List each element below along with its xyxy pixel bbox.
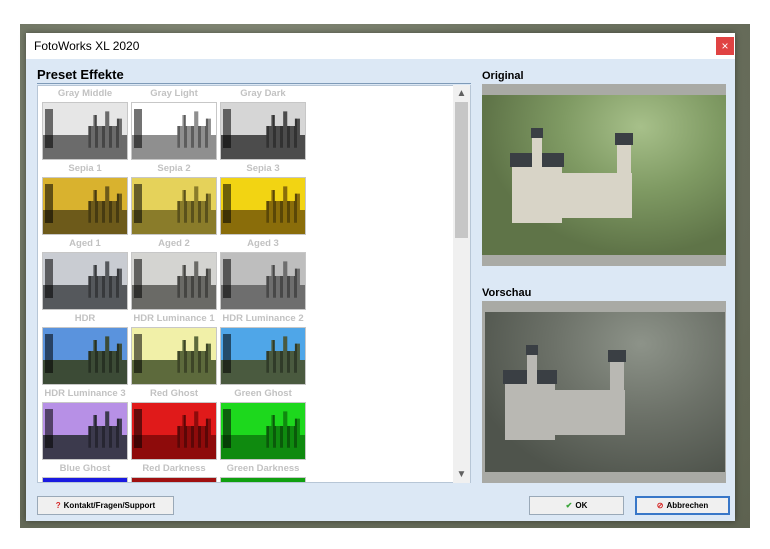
ok-button[interactable]: ✔ OK bbox=[529, 496, 624, 515]
preset-label: Aged 2 bbox=[158, 238, 190, 249]
cancel-button-label: Abbrechen bbox=[666, 501, 709, 510]
window-title: FotoWorks XL 2020 bbox=[34, 39, 140, 53]
preset-tile[interactable]: HDR Luminance 3 bbox=[42, 387, 128, 460]
preset-label: Green Ghost bbox=[234, 388, 292, 399]
preset-thumbnail bbox=[42, 177, 128, 235]
preset-label: Gray Light bbox=[150, 88, 198, 99]
preset-tile[interactable]: HDR Luminance 1 bbox=[131, 312, 217, 385]
preset-thumbnail bbox=[42, 102, 128, 160]
preset-tile[interactable]: Blue Ghost bbox=[42, 462, 128, 482]
preset-thumbnail bbox=[131, 252, 217, 310]
preset-label: Sepia 3 bbox=[246, 163, 280, 174]
preset-thumbnail bbox=[131, 327, 217, 385]
preset-tile[interactable]: Gray Light bbox=[131, 87, 217, 160]
preset-thumbnail bbox=[220, 327, 306, 385]
ok-button-label: OK bbox=[575, 501, 588, 510]
checkmark-icon: ✔ bbox=[565, 501, 573, 510]
preset-label: Gray Dark bbox=[240, 88, 286, 99]
original-title: Original bbox=[482, 70, 524, 82]
divider bbox=[37, 83, 471, 84]
preset-thumbnail bbox=[42, 477, 128, 482]
scroll-down-icon[interactable]: ▼ bbox=[453, 466, 470, 483]
preset-label: Aged 3 bbox=[247, 238, 279, 249]
preset-tile[interactable]: Green Ghost bbox=[220, 387, 306, 460]
preset-tile[interactable]: Aged 3 bbox=[220, 237, 306, 310]
preset-tile[interactable]: HDR Luminance 2 bbox=[220, 312, 306, 385]
title-bar: FotoWorks XL 2020 × bbox=[26, 33, 735, 59]
preset-effects-title: Preset Effekte bbox=[37, 67, 124, 82]
preset-tile[interactable]: Aged 2 bbox=[131, 237, 217, 310]
original-image bbox=[482, 84, 726, 266]
preset-label: Green Darkness bbox=[226, 463, 300, 474]
castle-picture-preview bbox=[495, 340, 665, 450]
preset-thumbnail bbox=[131, 177, 217, 235]
cancel-icon: ⊘ bbox=[656, 501, 664, 510]
preset-label: HDR bbox=[74, 313, 96, 324]
preset-label: Aged 1 bbox=[69, 238, 101, 249]
preset-thumbnail bbox=[131, 102, 217, 160]
preset-label: Sepia 1 bbox=[68, 163, 102, 174]
support-button-label: Kontakt/Fragen/Support bbox=[63, 501, 156, 510]
preset-label: Gray Middle bbox=[57, 88, 113, 99]
preset-list[interactable]: Gray Middle Gray Light Gray Dark Sepia 1 Sep… bbox=[37, 85, 471, 483]
preset-label: Red Darkness bbox=[142, 463, 206, 474]
preset-tile[interactable]: Green Darkness bbox=[220, 462, 306, 482]
castle-picture bbox=[492, 123, 662, 233]
scroll-up-icon[interactable]: ▲ bbox=[453, 85, 470, 102]
effects-dialog: FotoWorks XL 2020 × Preset Effekte Gray … bbox=[26, 33, 735, 521]
help-icon: ? bbox=[55, 501, 61, 510]
preset-tile[interactable]: Red Ghost bbox=[131, 387, 217, 460]
preset-tile[interactable]: Sepia 1 bbox=[42, 162, 128, 235]
preset-tile[interactable]: Aged 1 bbox=[42, 237, 128, 310]
preset-thumbnail bbox=[220, 402, 306, 460]
preview-image bbox=[482, 301, 726, 483]
preset-tile[interactable]: Red Darkness bbox=[131, 462, 217, 482]
preset-thumbnail bbox=[220, 102, 306, 160]
preset-label: HDR Luminance 2 bbox=[222, 313, 304, 324]
close-button[interactable]: × bbox=[716, 37, 734, 55]
preset-thumbnail bbox=[42, 252, 128, 310]
preset-scrollbar[interactable]: ▲ ▼ bbox=[453, 85, 470, 483]
support-button[interactable]: ? Kontakt/Fragen/Support bbox=[37, 496, 174, 515]
preset-tile[interactable]: Gray Dark bbox=[220, 87, 306, 160]
preset-tile[interactable]: Sepia 3 bbox=[220, 162, 306, 235]
preset-thumbnail bbox=[42, 327, 128, 385]
preset-tile[interactable]: HDR bbox=[42, 312, 128, 385]
preset-thumbnail bbox=[42, 402, 128, 460]
preset-thumbnail bbox=[131, 477, 217, 482]
preset-thumbnail bbox=[131, 402, 217, 460]
scrollbar-thumb[interactable] bbox=[455, 102, 468, 238]
preset-tile[interactable]: Sepia 2 bbox=[131, 162, 217, 235]
preset-thumbnail bbox=[220, 477, 306, 482]
preset-label: Sepia 2 bbox=[157, 163, 191, 174]
cancel-button[interactable]: ⊘ Abbrechen bbox=[635, 496, 730, 515]
preset-thumbnail bbox=[220, 177, 306, 235]
preset-thumbnail bbox=[220, 252, 306, 310]
preset-label: HDR Luminance 3 bbox=[44, 388, 126, 399]
preset-tile[interactable]: Gray Middle bbox=[42, 87, 128, 160]
preset-label: Red Ghost bbox=[149, 388, 199, 399]
preset-label: Blue Ghost bbox=[59, 463, 111, 474]
preset-label: HDR Luminance 1 bbox=[133, 313, 215, 324]
preview-title: Vorschau bbox=[482, 287, 532, 299]
